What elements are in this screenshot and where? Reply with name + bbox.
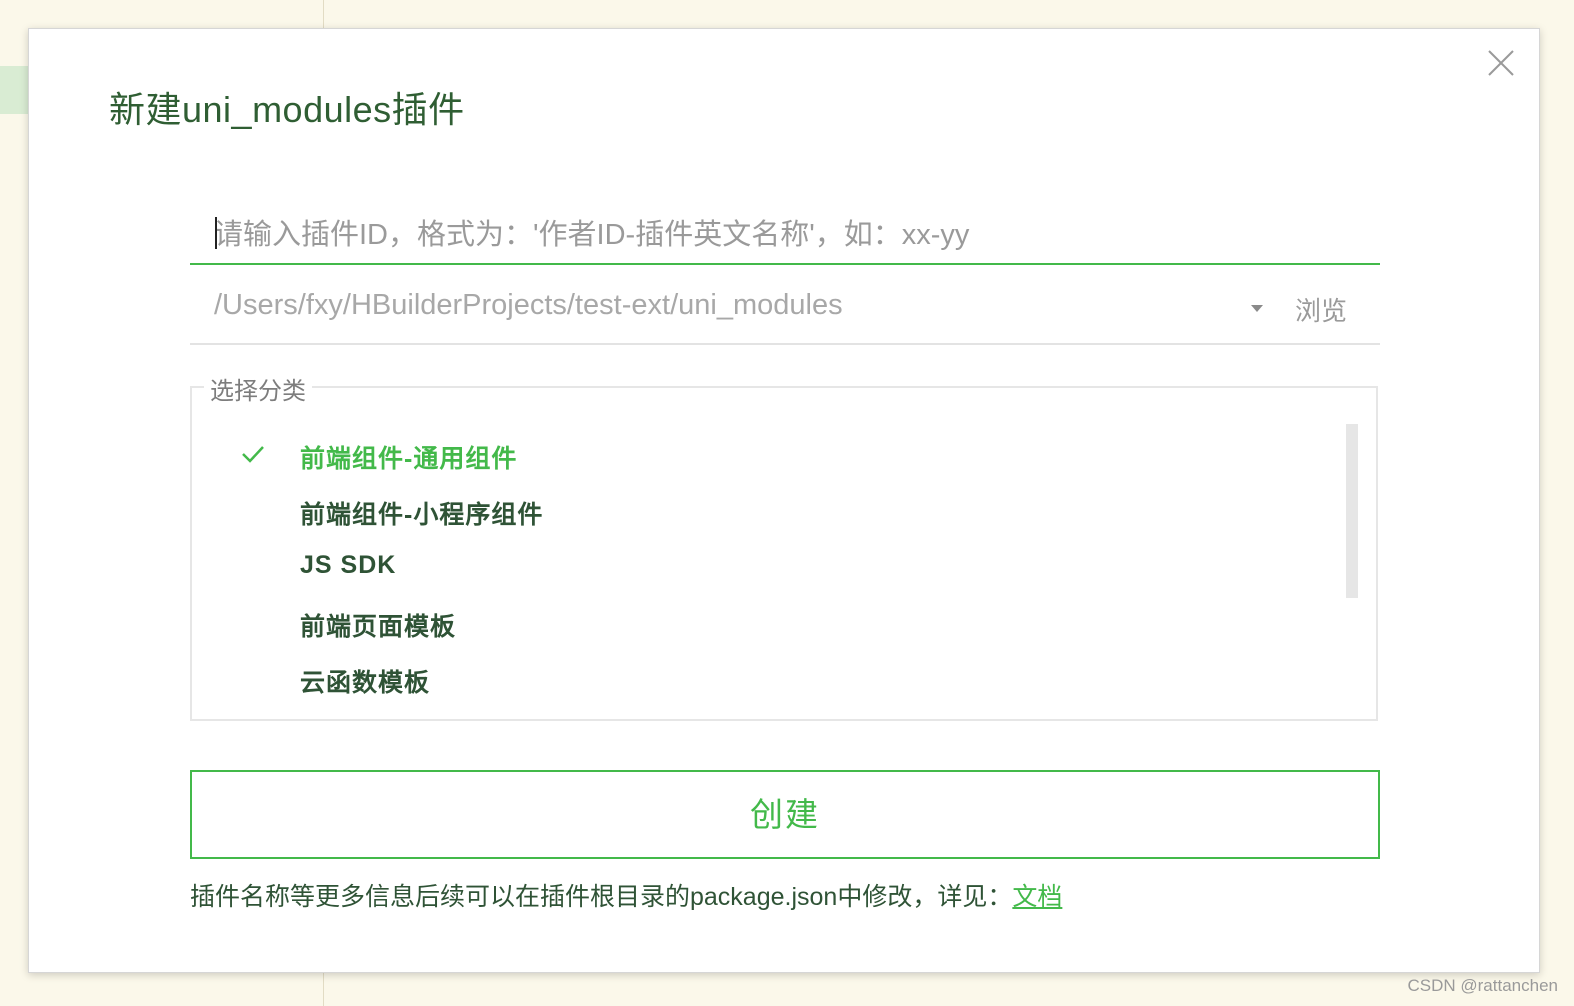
watermark: CSDN @rattanchen (1407, 976, 1559, 995)
category-scrollbar[interactable] (1346, 424, 1358, 598)
category-item-cloud-function-template[interactable]: 云函数模板 (192, 657, 1332, 701)
category-item-label: JS SDK (300, 551, 397, 579)
text-cursor (215, 217, 217, 249)
browse-button[interactable]: 浏览 (1295, 291, 1347, 328)
category-item-js-sdk[interactable]: JS SDK (192, 545, 1332, 589)
hint-text: 插件名称等更多信息后续可以在插件根目录的package.json中修改，详见：文… (190, 877, 1062, 913)
docs-link[interactable]: 文档 (1012, 883, 1062, 911)
close-button[interactable] (1485, 47, 1517, 79)
category-legend: 选择分类 (204, 371, 312, 406)
category-item-frontend-common[interactable]: 前端组件-通用组件 (192, 433, 1332, 477)
path-value: /Users/fxy/HBuilderProjects/test-ext/uni… (214, 289, 843, 321)
category-group: 选择分类 前端组件-通用组件 前端组件-小程序组件 JS SDK 前端页面模板 … (190, 371, 1378, 721)
background-sidebar-tab (0, 66, 28, 114)
category-item-label: 前端组件-通用组件 (300, 445, 518, 473)
category-item-frontend-page-template[interactable]: 前端页面模板 (192, 601, 1332, 645)
checkmark-icon (242, 446, 264, 463)
plugin-id-input[interactable] (190, 207, 1380, 265)
path-selector[interactable]: /Users/fxy/HBuilderProjects/test-ext/uni… (190, 281, 1380, 345)
category-item-label: 云函数模板 (300, 669, 431, 697)
caret-down-icon[interactable] (1251, 305, 1263, 312)
category-item-label: 前端组件-小程序组件 (300, 501, 544, 529)
new-uni-modules-plugin-dialog: 新建uni_modules插件 /Users/fxy/HBuilderProje… (28, 28, 1540, 973)
category-item-label: 前端页面模板 (300, 613, 457, 641)
close-icon (1488, 50, 1514, 76)
category-item-frontend-miniprogram[interactable]: 前端组件-小程序组件 (192, 489, 1332, 533)
hint-message: 插件名称等更多信息后续可以在插件根目录的package.json中修改，详见： (190, 883, 1013, 911)
dialog-title: 新建uni_modules插件 (109, 89, 465, 130)
create-button[interactable]: 创建 (190, 770, 1380, 859)
